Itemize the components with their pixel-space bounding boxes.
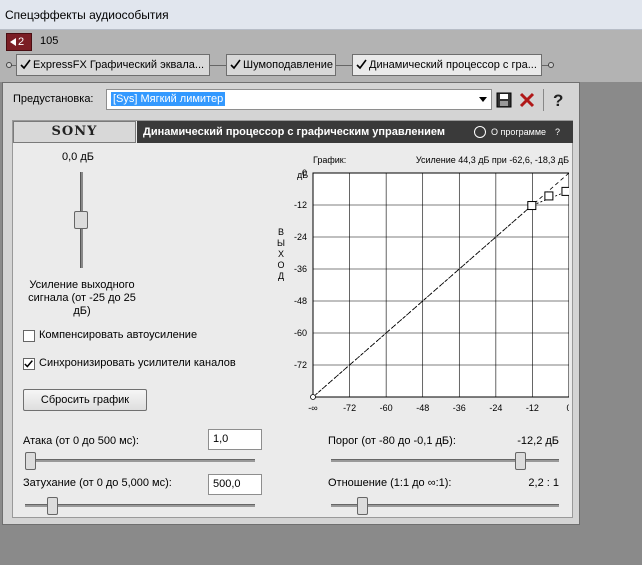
brand-logo: SONY xyxy=(13,121,136,143)
x-tick-label: -36 xyxy=(453,403,466,413)
checkmark-icon xyxy=(356,59,367,70)
preset-dropdown[interactable]: [Sys] Мягкий лимитер xyxy=(106,89,492,110)
output-gain-value: 0,0 дБ xyxy=(62,151,94,163)
plugin-tab-label: Шумоподавление xyxy=(243,59,333,71)
y-axis-label-char: О xyxy=(277,260,284,270)
chain-start-dot-icon xyxy=(6,62,12,68)
y-tick-label: -24 xyxy=(294,232,307,242)
x-tick-label: -24 xyxy=(489,403,502,413)
x-tick-label: -12 xyxy=(526,403,539,413)
sync-channels-label: Синхронизировать усилители каналов xyxy=(39,357,236,369)
arrow-left-icon xyxy=(10,38,16,46)
release-label: Затухание (от 0 до 5,000 мс): xyxy=(23,477,172,489)
auto-gain-label: Компенсировать автоусиление xyxy=(39,329,198,341)
y-tick-label: -36 xyxy=(294,264,307,274)
release-track[interactable] xyxy=(25,504,255,507)
x-tick-label: -72 xyxy=(343,403,356,413)
delete-icon[interactable] xyxy=(518,91,536,109)
attack-label: Атака (от 0 до 500 мс): xyxy=(23,435,139,447)
ratio-label: Отношение (1:1 до ∞:1): xyxy=(328,477,452,489)
y-tick-label: -72 xyxy=(294,360,307,370)
dropdown-arrow-icon[interactable] xyxy=(479,97,487,102)
plugin-tab-label: ExpressFX Графический эквала... xyxy=(33,59,205,71)
threshold-label: Порог (от -80 до -0,1 дБ): xyxy=(328,435,456,447)
y-tick-label: -48 xyxy=(294,296,307,306)
y-tick-label: 0 xyxy=(302,168,307,178)
origin-handle xyxy=(310,394,316,400)
chain-counter-label: 2 xyxy=(18,36,25,48)
y-axis-label-char: Х xyxy=(278,249,284,259)
preset-label: Предустановка: xyxy=(13,93,94,105)
auto-gain-checkbox[interactable] xyxy=(23,330,35,342)
preset-number: 105 xyxy=(40,35,59,47)
checkmark-icon xyxy=(20,59,31,70)
sync-channels-checkbox[interactable] xyxy=(23,358,35,370)
title-bar: Спецэффекты аудиособытия xyxy=(0,0,642,30)
y-tick-label: -60 xyxy=(294,328,307,338)
attack-track[interactable] xyxy=(25,459,255,462)
checkmark-icon xyxy=(230,59,241,70)
window-title: Спецэффекты аудиособытия xyxy=(5,8,169,22)
chart-subtitle: Усиление 44,3 дБ при -62,6, -18,3 дБ xyxy=(416,155,569,165)
output-gain-thumb[interactable] xyxy=(74,211,88,229)
ratio-thumb[interactable] xyxy=(357,497,369,515)
plugin-body: 0,0 дБ Усиление выходного сигнала (от -2… xyxy=(13,143,572,517)
y-axis-label-char: Д xyxy=(278,271,284,281)
x-tick-label: -∞ xyxy=(308,403,317,413)
threshold-thumb[interactable] xyxy=(515,452,527,470)
graph-handle xyxy=(527,201,537,211)
x-tick-label: 0 xyxy=(566,403,569,413)
plugin-tab-eq[interactable]: ExpressFX Графический эквала... xyxy=(16,54,210,76)
plugin-chain-bar: 2 105 ExpressFX Графический эквала... Шу… xyxy=(0,30,642,82)
y-tick-label: -12 xyxy=(294,200,307,210)
svg-text:?: ? xyxy=(553,91,563,109)
about-icon[interactable] xyxy=(474,126,486,138)
graph-handle xyxy=(544,191,554,201)
x-tick-label: -60 xyxy=(380,403,393,413)
output-gain-label: Усиление выходного сигнала (от -25 до 25… xyxy=(28,279,136,317)
release-thumb[interactable] xyxy=(46,497,58,515)
ratio-value: 2,2 : 1 xyxy=(528,477,559,489)
y-axis-label-char: Ы xyxy=(277,238,285,248)
preset-value: [Sys] Мягкий лимитер xyxy=(111,92,226,106)
attack-input[interactable]: 1,0 xyxy=(208,429,262,450)
attack-thumb[interactable] xyxy=(25,452,37,470)
plugin-tab-dynamics[interactable]: Динамический процессор с гра... xyxy=(352,54,542,76)
save-icon[interactable] xyxy=(495,91,513,109)
y-axis-label-char: В xyxy=(278,227,284,237)
plugin-tab-noise-reduction[interactable]: Шумоподавление xyxy=(226,54,336,76)
help-icon[interactable]: ? xyxy=(550,91,568,109)
plugin-help-link[interactable]: ? xyxy=(555,121,560,143)
chain-counter-button[interactable]: 2 xyxy=(6,33,32,51)
plugin-title: Динамический процессор с графическим упр… xyxy=(143,126,445,138)
chart-title: График: xyxy=(313,155,346,165)
graph-handle xyxy=(561,186,569,196)
release-input[interactable]: 500,0 xyxy=(208,474,262,495)
effects-panel: Предустановка: [Sys] Мягкий лимитер ? SO… xyxy=(2,82,580,525)
about-link[interactable]: О программе xyxy=(491,121,546,143)
checkmark-icon xyxy=(24,360,33,368)
transfer-graph[interactable]: График: Усиление 44,3 дБ при -62,6, -18,3… xyxy=(273,151,569,413)
plugin-frame: SONY Динамический процессор с графически… xyxy=(12,120,573,518)
threshold-value: -12,2 дБ xyxy=(517,435,559,447)
toolbar-separator xyxy=(543,89,544,111)
plugin-tab-label: Динамический процессор с гра... xyxy=(369,59,537,71)
reset-graph-button[interactable]: Сбросить график xyxy=(23,389,147,411)
x-tick-label: -48 xyxy=(416,403,429,413)
chain-end-dot-icon xyxy=(548,62,554,68)
